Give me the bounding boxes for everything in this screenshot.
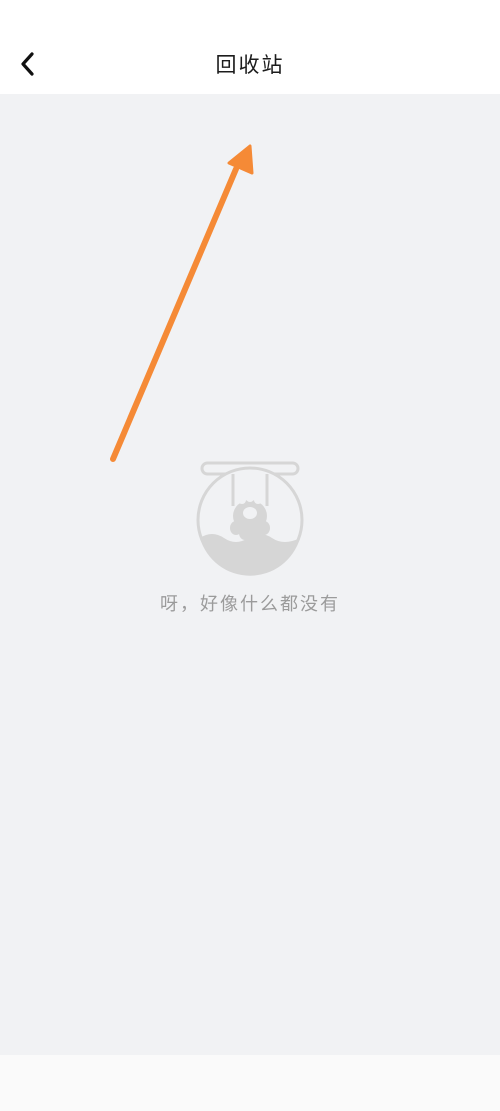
empty-state-message: 呀，好像什么都没有	[160, 594, 340, 615]
page-title: 回收站	[215, 53, 285, 77]
paw-fishbowl-icon	[196, 461, 304, 576]
top-navigation-bar: 回收站	[0, 0, 500, 94]
empty-state-illustration	[190, 456, 310, 576]
recycle-bin-content: 呀，好像什么都没有	[0, 94, 500, 1055]
bottom-bar	[0, 1055, 500, 1111]
